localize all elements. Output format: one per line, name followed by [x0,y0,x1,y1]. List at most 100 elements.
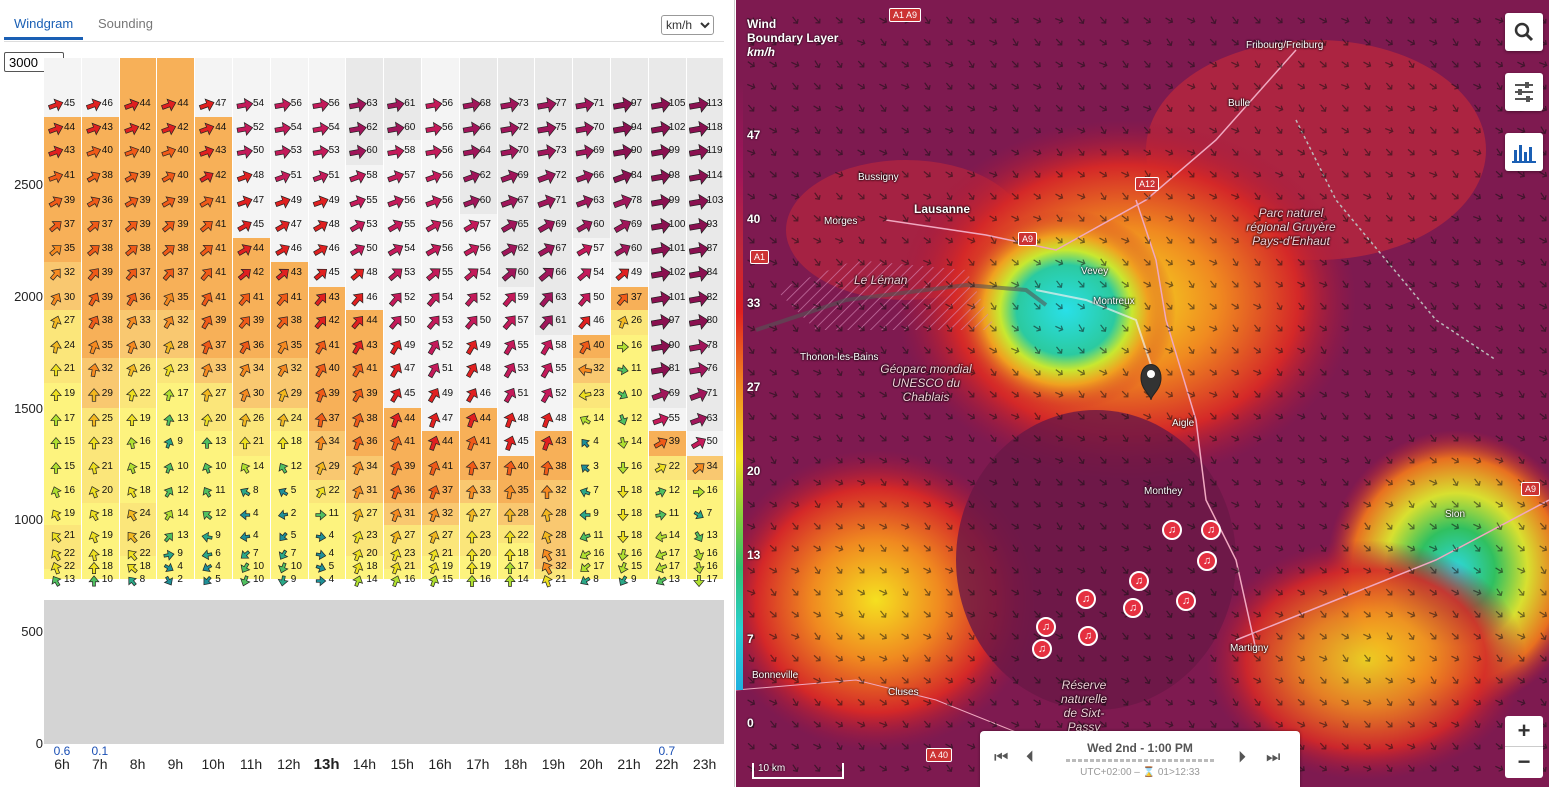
wind-cell[interactable]: 60 [346,140,382,162]
wind-cell[interactable]: 12 [271,456,307,478]
wind-cell[interactable]: 50 [346,238,382,260]
wind-cell[interactable]: 84 [687,262,723,284]
wind-cell[interactable]: 53 [498,358,534,380]
music-event-icon[interactable]: ♫ [1123,598,1143,618]
wind-cell[interactable]: 55 [346,190,382,212]
music-event-icon[interactable]: ♫ [1176,591,1196,611]
wind-cell[interactable]: 26 [611,310,647,332]
wind-cell[interactable]: 50 [460,310,496,332]
wind-cell[interactable]: 39 [157,190,193,212]
unit-select[interactable]: km/h [661,15,714,35]
hour-column[interactable]: 47 44 43 42 41 41 41 41 41 39 37 33 27 20 13 10 11 12 9 6 4 5 [195,58,232,744]
music-event-icon[interactable]: ♫ [1036,617,1056,637]
music-event-icon[interactable]: ♫ [1129,571,1149,591]
wind-cell[interactable]: 56 [422,165,458,187]
wind-cell[interactable]: 56 [460,238,496,260]
wind-cell[interactable]: 18 [611,503,647,525]
wind-cell[interactable]: 60 [498,262,534,284]
wind-cell[interactable]: 3 [573,456,609,478]
wind-cell[interactable]: 41 [195,238,231,260]
wind-cell[interactable]: 50 [384,310,420,332]
wind-cell[interactable]: 44 [195,117,231,139]
wind-cell[interactable]: 54 [460,262,496,284]
wind-cell[interactable]: 66 [573,165,609,187]
hour-label[interactable]: 7h [82,756,118,772]
wind-cell[interactable]: 118 [687,117,723,139]
wind-cell[interactable]: 35 [157,287,193,309]
wind-cell[interactable]: 73 [535,140,571,162]
hour-column[interactable]: 56 56 56 56 56 56 56 55 54 53 52 51 49 47 44 41 37 32 27 21… [422,58,459,744]
wind-cell[interactable]: 101 [649,287,685,309]
wind-cell[interactable]: 21 [44,358,80,380]
wind-cell[interactable]: 44 [384,408,420,430]
hour-column[interactable]: 46 43 40 38 36 37 38 39 39 38 35 32 29 25 23 21 20 18 19 18… [81,58,119,744]
wind-cell[interactable]: 63 [687,408,723,430]
wind-cell[interactable]: 62 [346,117,382,139]
hour-label[interactable]: 21h [611,756,647,772]
wind-cell[interactable]: 11 [611,358,647,380]
wind-cell[interactable]: 32 [157,310,193,332]
wind-cell[interactable]: 67 [498,190,534,212]
wind-cell[interactable]: 58 [535,335,571,357]
hour-column[interactable]: 56 54 53 51 49 47 46 43 41 38 35 32 29 24 18 12 5 2 5 7 10 9 [270,58,308,744]
wind-cell[interactable]: 77 [535,93,571,115]
wind-cell[interactable]: 17 [44,408,80,430]
wind-cell[interactable]: 10 [233,569,269,591]
wind-cell[interactable]: 16 [384,569,420,591]
wind-cell[interactable]: 11 [195,480,231,502]
wind-cell[interactable]: 16 [460,569,496,591]
wind-cell[interactable]: 69 [611,214,647,236]
wind-cell[interactable]: 65 [498,214,534,236]
hour-column[interactable]: 105 102 99 98 99 100 101 102 101 97 90 81 69 55 39 22 12… [648,58,686,744]
wind-cell[interactable]: 41 [271,287,307,309]
wind-cell[interactable]: 75 [535,117,571,139]
wind-cell[interactable]: 93 [687,214,723,236]
wind-cell[interactable]: 19 [44,383,80,405]
wind-cell[interactable]: 63 [535,287,571,309]
hour-label[interactable]: 20h [573,756,609,772]
hour-column[interactable]: 63 62 60 58 55 53 50 48 46 44 43 41 39 38 36 34 31 27 23 20… [346,58,384,744]
wind-cell[interactable]: 39 [346,383,382,405]
wind-cell[interactable]: 54 [384,238,420,260]
hour-label[interactable]: 6h [44,756,80,772]
wind-cell[interactable]: 27 [460,503,496,525]
wind-cell[interactable]: 90 [611,140,647,162]
wind-cell[interactable]: 31 [384,503,420,525]
wind-cell[interactable]: 103 [687,190,723,212]
wind-cell[interactable]: 40 [82,140,118,162]
wind-cell[interactable]: 32 [271,358,307,380]
wind-cell[interactable]: 44 [233,238,269,260]
wind-cell[interactable]: 41 [384,431,420,453]
wind-cell[interactable]: 9 [157,431,193,453]
wind-cell[interactable]: 14 [233,456,269,478]
wind-cell[interactable]: 14 [573,408,609,430]
wind-cell[interactable]: 39 [120,190,156,212]
wind-cell[interactable]: 18 [82,503,118,525]
wind-cell[interactable]: 76 [687,358,723,380]
wind-cell[interactable]: 9 [573,503,609,525]
wind-cell[interactable]: 12 [157,480,193,502]
wind-cell[interactable]: 11 [649,503,685,525]
wind-cell[interactable]: 9 [271,569,307,591]
wind-cell[interactable]: 78 [611,190,647,212]
wind-cell[interactable]: 37 [422,480,458,502]
music-event-icon[interactable]: ♫ [1197,551,1217,571]
wind-cell[interactable]: 41 [460,431,496,453]
wind-cell[interactable]: 38 [157,238,193,260]
wind-cell[interactable]: 46 [271,238,307,260]
hour-column[interactable]: 113 118 119 114 103 93 87 84 82 80 78 76 71 63 50 34 16 7… [686,58,724,744]
wind-cell[interactable]: 14 [498,569,534,591]
wind-cell[interactable]: 15 [44,431,80,453]
hour-label[interactable]: 16h [422,756,458,772]
wind-cell[interactable]: 98 [649,165,685,187]
wind-cell[interactable]: 19 [44,503,80,525]
wind-cell[interactable]: 72 [535,165,571,187]
wind-cell[interactable]: 7 [573,480,609,502]
wind-cell[interactable]: 57 [498,310,534,332]
wind-cell[interactable]: 50 [687,431,723,453]
wind-cell[interactable]: 49 [271,190,307,212]
wind-cell[interactable]: 32 [573,358,609,380]
hour-label[interactable]: 8h [120,756,156,772]
wind-cell[interactable]: 15 [120,456,156,478]
wind-cell[interactable]: 71 [535,190,571,212]
